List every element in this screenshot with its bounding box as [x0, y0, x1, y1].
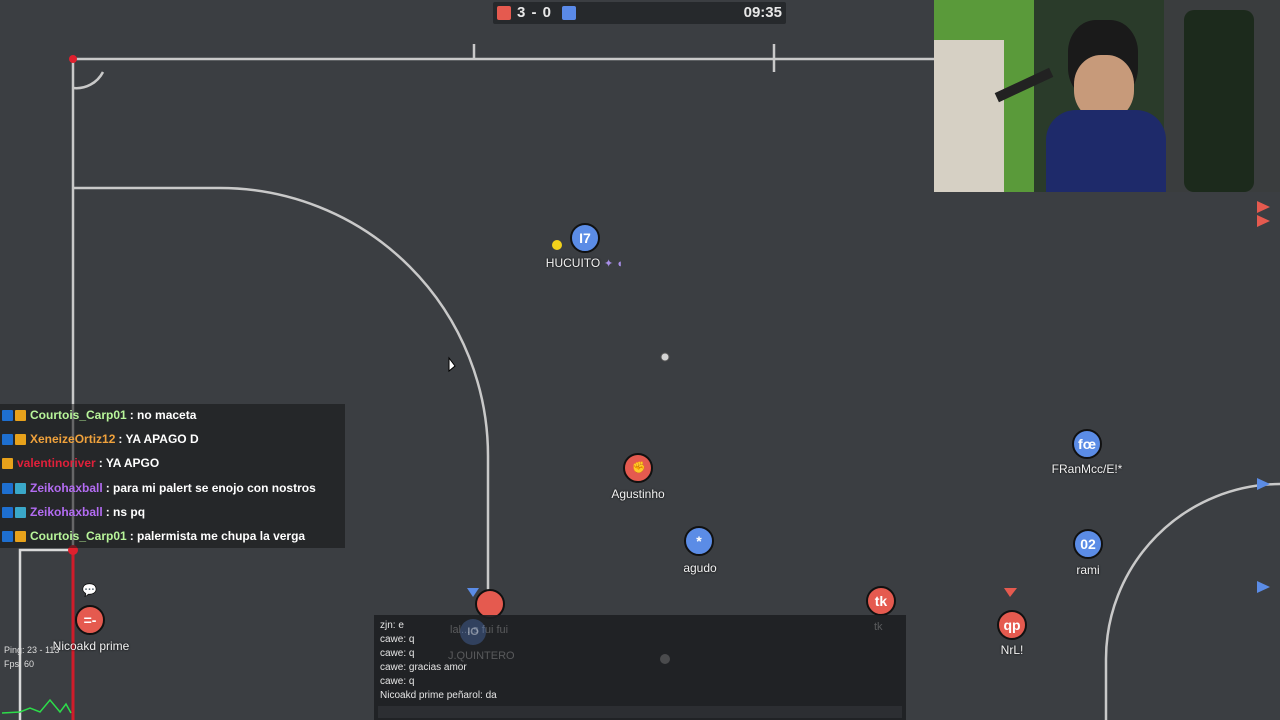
- ball: [660, 352, 670, 362]
- game-chat-line: zjn: e: [380, 620, 404, 631]
- chat-input[interactable]: [378, 706, 902, 718]
- chat-message: Zeikohaxball: ns pq: [0, 500, 145, 524]
- chat-text: : ns pq: [105, 505, 146, 519]
- chat-message: Courtois_Carp01: palermista me chupa la …: [0, 524, 305, 548]
- player-disc: 02: [1073, 529, 1103, 559]
- player-disc: fœ: [1072, 429, 1102, 459]
- emoji-icon: ✦ ◖: [604, 258, 623, 270]
- player-disc: *: [684, 526, 714, 556]
- chat-message: XeneizeOrtiz12: YA APAGO D: [0, 427, 199, 451]
- stream-chat-overlay: Courtois_Carp01: no maceta XeneizeOrtiz1…: [0, 404, 345, 548]
- game-chat-line: cawe: gracias amor: [380, 662, 467, 673]
- chat-username: Courtois_Carp01: [30, 529, 127, 543]
- chat-message: Courtois_Carp01: no maceta: [0, 403, 196, 427]
- ball-marker: [552, 240, 562, 250]
- player-name: agudo: [683, 561, 717, 575]
- crown-badge-icon: [2, 457, 13, 469]
- chat-username: XeneizeOrtiz12: [30, 432, 116, 446]
- fist-icon: ✊: [632, 462, 646, 474]
- red-team-icon: [497, 6, 511, 20]
- ping-readout: Ping: 23 - 113: [4, 645, 60, 655]
- blue-team-icon: [562, 6, 576, 20]
- chat-text: : no maceta: [129, 408, 197, 422]
- faded-ball: [660, 654, 670, 664]
- chat-text: : YA APGO: [98, 456, 160, 470]
- scoreboard: 3 - 0 09:35: [493, 2, 786, 24]
- chat-message: Zeikohaxball: para mi palert se enojo co…: [0, 476, 316, 500]
- game-chat-line: cawe: q: [380, 634, 415, 645]
- sub-badge-icon: [15, 482, 26, 494]
- chat-text: : YA APAGO D: [118, 432, 199, 446]
- player-name: FRanMcc/E!*: [1051, 462, 1123, 476]
- player-disc: I7: [570, 223, 600, 253]
- prime-badge-icon: [2, 482, 13, 494]
- chat-username: Zeikohaxball: [30, 481, 103, 495]
- corner-post: [69, 55, 77, 63]
- faded-player-disc: IO: [460, 619, 486, 645]
- player-name: Nicoakd prime: [52, 639, 130, 653]
- chat-text: : para mi palert se enojo con nostros: [105, 481, 316, 495]
- player-name: HUCUITO: [545, 256, 601, 270]
- player-name: rami: [1076, 563, 1100, 577]
- game-chat-line: cawe: q: [380, 676, 415, 687]
- score-text: 3 - 0: [517, 4, 553, 21]
- game-chat-line: cawe: q: [380, 648, 415, 659]
- player-disc: qp: [997, 610, 1027, 640]
- player-disc: tk: [866, 586, 896, 616]
- chat-username: Courtois_Carp01: [30, 408, 127, 422]
- prime-badge-icon: [2, 506, 13, 518]
- player-name: NrL!: [1000, 643, 1024, 657]
- chat-bubble-icon: 💬: [82, 583, 97, 597]
- chat-username: valentinoriver: [17, 456, 96, 470]
- chat-message: valentinoriver: YA APGO: [0, 451, 159, 475]
- chat-username: Zeikohaxball: [30, 505, 103, 519]
- faded-player-label: tk: [874, 621, 883, 633]
- crown-badge-icon: [15, 433, 26, 445]
- sub-badge-icon: [15, 506, 26, 518]
- crown-badge-icon: [15, 409, 26, 421]
- game-chat-line: Nicoakd prime peñarol: da: [380, 690, 497, 701]
- crown-badge-icon: [15, 530, 26, 542]
- player-disc: =-: [75, 605, 105, 635]
- fps-readout: Fps: 60: [4, 659, 35, 669]
- game-chat-panel: zjn: e cawe: q cawe: q cawe: gracias amo…: [374, 615, 906, 720]
- faded-player-label: J.QUINTERO: [448, 650, 515, 662]
- match-timer: 09:35: [743, 4, 782, 21]
- streamer-webcam: [934, 0, 1280, 192]
- prime-badge-icon: [2, 530, 13, 542]
- prime-badge-icon: [2, 409, 13, 421]
- prime-badge-icon: [2, 433, 13, 445]
- player-name: Agustinho: [611, 487, 665, 501]
- chat-text: : palermista me chupa la verga: [129, 529, 306, 543]
